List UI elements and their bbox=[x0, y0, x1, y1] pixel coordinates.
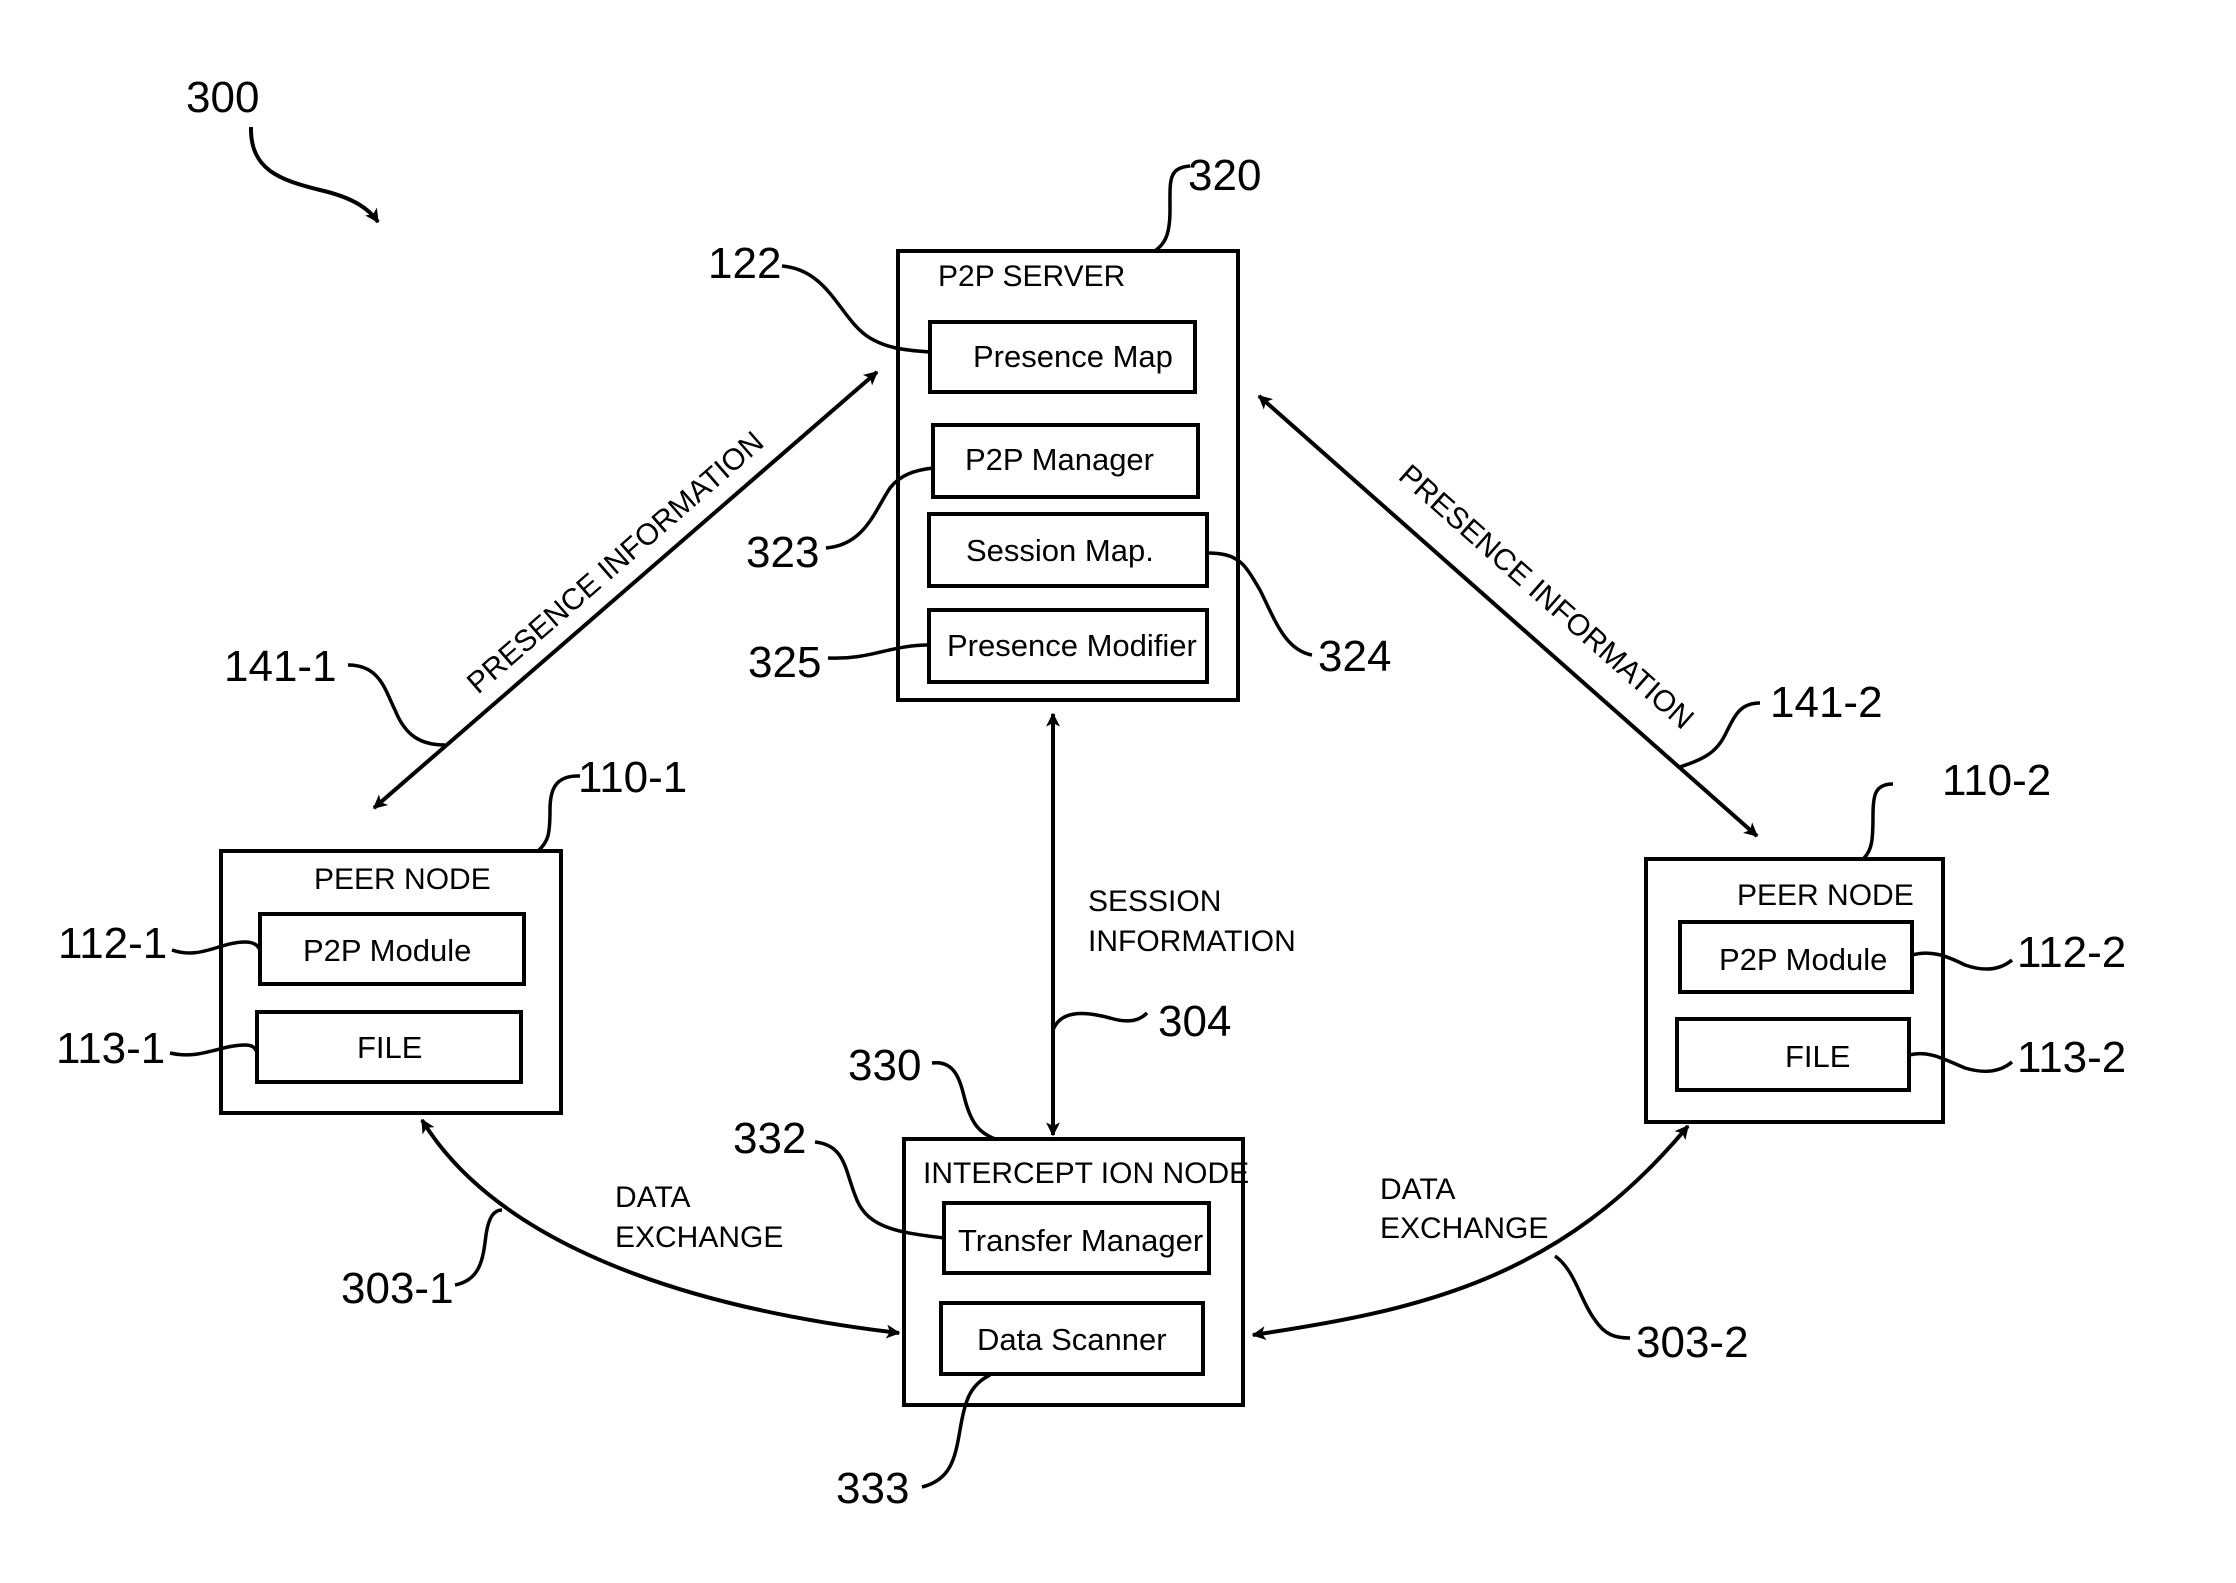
transfer-manager-label: Transfer Manager bbox=[958, 1223, 1203, 1258]
ref-320: 320 bbox=[1188, 151, 1261, 200]
figure-ref-arrow bbox=[248, 126, 380, 224]
peer-node-right-title: PEER NODE bbox=[1737, 879, 1914, 912]
p2p-module-left-label: P2P Module bbox=[303, 933, 471, 968]
ref-303-1: 303-1 bbox=[341, 1264, 454, 1313]
ref-333: 333 bbox=[836, 1464, 909, 1513]
leader-303-1 bbox=[454, 1208, 503, 1287]
data-exchange-right-line2: EXCHANGE bbox=[1380, 1212, 1548, 1245]
ref-304: 304 bbox=[1158, 997, 1231, 1046]
file-left-label: FILE bbox=[357, 1030, 422, 1065]
presence-right-arrow bbox=[1257, 394, 1759, 838]
leader-141-1 bbox=[347, 663, 446, 747]
figure-ref-300: 300 bbox=[186, 73, 259, 122]
peer-node-left-title: PEER NODE bbox=[314, 863, 491, 896]
leader-303-2 bbox=[1553, 1254, 1631, 1340]
p2p-server-node: P2P SERVER Presence Map P2P Manager Sess… bbox=[896, 249, 1240, 702]
ref-332: 332 bbox=[733, 1114, 806, 1163]
session-label-line1: SESSION bbox=[1088, 885, 1221, 918]
ref-323: 323 bbox=[746, 528, 819, 577]
leader-304 bbox=[1051, 1011, 1149, 1031]
interception-node-title: INTERCEPT ION NODE bbox=[923, 1157, 1249, 1190]
leader-320 bbox=[1153, 164, 1191, 253]
ref-113-2: 113-2 bbox=[2017, 1033, 2126, 1082]
leader-330 bbox=[931, 1061, 996, 1141]
data-exchange-right-line1: DATA bbox=[1380, 1173, 1456, 1206]
ref-325: 325 bbox=[748, 638, 821, 687]
ref-112-1: 112-1 bbox=[58, 919, 167, 968]
presence-left-label: PRESENCE INFORMATION bbox=[461, 425, 770, 700]
data-scanner-label: Data Scanner bbox=[977, 1322, 1167, 1357]
ref-141-2: 141-2 bbox=[1770, 678, 1883, 727]
peer-node-right: PEER NODE P2P Module FILE bbox=[1644, 857, 1945, 1124]
leader-110-2 bbox=[1862, 782, 1894, 860]
session-map-label: Session Map. bbox=[966, 533, 1154, 568]
data-exchange-left-line2: EXCHANGE bbox=[615, 1221, 783, 1254]
presence-modifier-label: Presence Modifier bbox=[947, 628, 1197, 663]
diagram-canvas: 300 P2P SERVER Presence Map P2P Manager … bbox=[56, 73, 2126, 1513]
peer-node-left: PEER NODE P2P Module FILE bbox=[219, 849, 563, 1115]
ref-122: 122 bbox=[708, 239, 781, 288]
ref-110-2: 110-2 bbox=[1942, 756, 2051, 805]
ref-112-2: 112-2 bbox=[2017, 928, 2126, 977]
ref-110-1: 110-1 bbox=[578, 753, 687, 802]
ref-330: 330 bbox=[848, 1041, 921, 1090]
p2p-module-right-label: P2P Module bbox=[1719, 942, 1887, 977]
presence-map-label: Presence Map bbox=[973, 339, 1173, 374]
ref-113-1: 113-1 bbox=[56, 1024, 165, 1073]
ref-141-1: 141-1 bbox=[224, 642, 337, 691]
session-label-line2: INFORMATION bbox=[1088, 925, 1296, 958]
data-exchange-left-line1: DATA bbox=[615, 1181, 691, 1214]
leader-110-1 bbox=[536, 774, 581, 853]
ref-324: 324 bbox=[1318, 632, 1391, 681]
presence-right-label: PRESENCE INFORMATION bbox=[1392, 459, 1699, 736]
presence-left-arrow bbox=[372, 370, 879, 810]
p2p-manager-label: P2P Manager bbox=[965, 442, 1154, 477]
ref-303-2: 303-2 bbox=[1636, 1318, 1749, 1367]
p2p-server-title: P2P SERVER bbox=[938, 260, 1125, 293]
file-right-label: FILE bbox=[1785, 1039, 1850, 1074]
interception-node: INTERCEPT ION NODE Transfer Manager Data… bbox=[902, 1137, 1249, 1407]
